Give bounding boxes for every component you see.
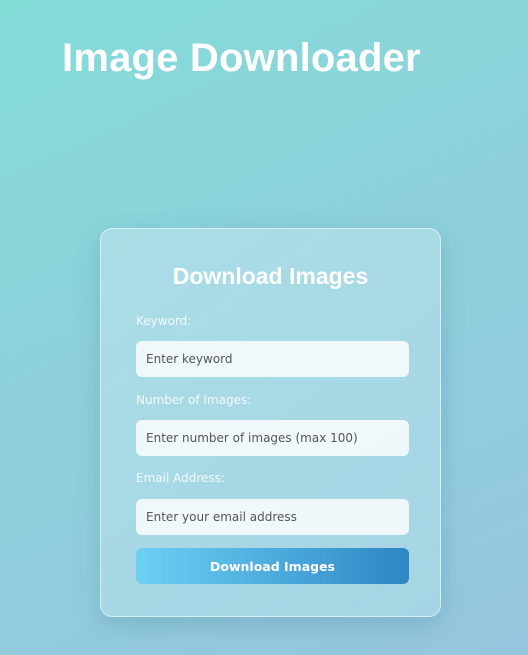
email-input[interactable] [136, 499, 409, 535]
app-title: Image Downloader [62, 36, 421, 80]
form-heading: Download Images [172, 263, 369, 289]
image-count-input[interactable] [136, 420, 409, 456]
image-count-label: Number of Images: [136, 393, 252, 407]
keyword-input[interactable] [136, 341, 409, 377]
download-images-button[interactable]: Download Images [136, 548, 409, 584]
download-form-card: Download Images Keyword: Number of Image… [100, 228, 441, 617]
email-label: Email Address: [136, 471, 225, 485]
keyword-label: Keyword: [136, 314, 192, 328]
